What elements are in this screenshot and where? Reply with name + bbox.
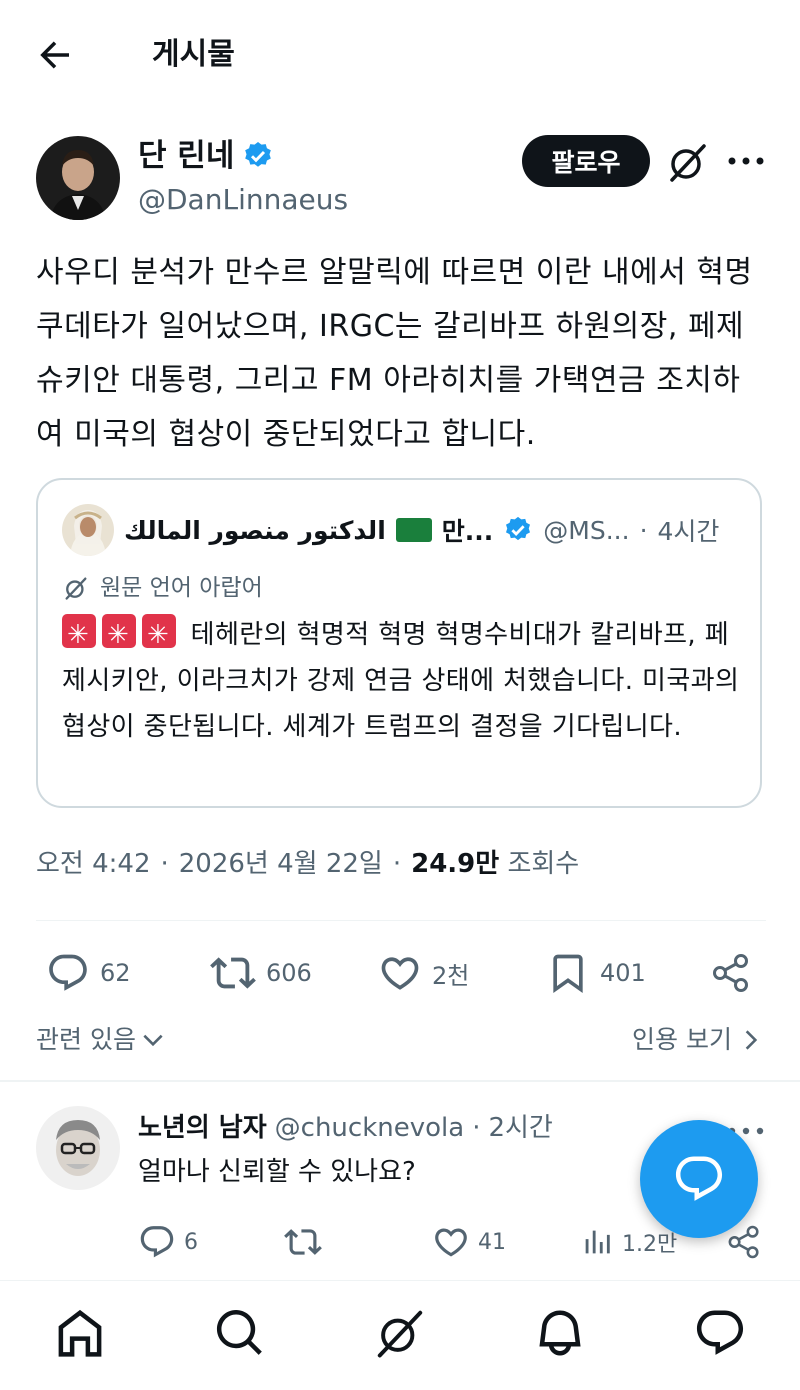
follow-button[interactable]: 팔로우 — [522, 135, 650, 187]
like-icon — [381, 957, 419, 990]
chevron-right-icon — [745, 1030, 758, 1050]
quote-text: 테헤란의 혁명적 혁명 혁명수비대가 칼리바프, 페제시키안, 이라크치가 강제… — [62, 612, 752, 750]
like-count: 2천 — [432, 961, 470, 990]
reply-icon — [140, 1226, 174, 1258]
reply-timestamp: 2시간 — [488, 1113, 553, 1143]
compose-icon — [675, 1156, 723, 1201]
compose-reply-button[interactable] — [640, 1120, 758, 1238]
bookmark-count: 401 — [600, 959, 646, 987]
quote-author-avatar — [62, 504, 114, 556]
verified-icon — [245, 142, 272, 167]
repost-count: 606 — [266, 959, 312, 987]
like-icon — [435, 1228, 467, 1257]
reply-header: 노년의 남자 @chucknevola · 2시간 — [138, 1108, 553, 1148]
verified-icon — [506, 516, 531, 541]
views-icon — [585, 1230, 610, 1254]
reply-reply-count: 6 — [184, 1229, 198, 1255]
translation-note: 원문 언어 아랍어 — [62, 570, 263, 606]
nav-grok[interactable] — [373, 1306, 427, 1360]
share-button[interactable] — [710, 950, 752, 996]
like-button[interactable]: 2천 — [378, 950, 469, 996]
reply-author-avatar[interactable] — [36, 1106, 120, 1190]
related-label: 관련 있음 — [36, 1025, 136, 1054]
reply-author-name[interactable]: 노년의 남자 — [138, 1108, 267, 1148]
quote-separator: · — [639, 515, 648, 545]
nav-search[interactable] — [213, 1306, 267, 1360]
reply-views-button[interactable]: 1.2만 — [580, 1222, 677, 1262]
grok-icon — [670, 144, 706, 182]
bookmark-button[interactable]: 401 — [546, 950, 646, 996]
quote-timestamp: 4시간 — [657, 517, 720, 546]
more-icon — [728, 157, 764, 165]
grok-icon — [377, 1310, 423, 1358]
translation-note-text: 원문 언어 아랍어 — [100, 575, 263, 601]
author-name-text: 단 린네 — [138, 138, 235, 174]
reply-button[interactable]: 62 — [46, 950, 131, 996]
reply-view-count: 1.2만 — [622, 1232, 678, 1257]
view-count: 24.9만 — [411, 849, 500, 879]
tweet-text: 사우디 분석가 만수르 알말릭에 따르면 이란 내에서 혁명 쿠데타가 일어났으… — [36, 255, 753, 452]
chevron-down-icon — [143, 1034, 163, 1047]
quote-header: الدكتور منصور المالك 만... @MS... · 4시간 — [124, 508, 764, 552]
share-icon — [713, 954, 748, 992]
reply-author-handle[interactable]: @chucknevola — [275, 1108, 465, 1148]
divider — [0, 1080, 800, 1082]
home-icon — [58, 1309, 102, 1357]
reply-reply-button[interactable]: 6 — [138, 1222, 198, 1262]
saudi-flag-icon — [395, 518, 432, 542]
nav-home[interactable] — [53, 1306, 107, 1360]
siren-emoji-icon — [62, 612, 96, 658]
reply-count: 62 — [100, 959, 131, 987]
notifications-icon — [539, 1310, 581, 1356]
meta-separator: · — [160, 849, 169, 879]
view-count-label: 조회수 — [507, 849, 580, 879]
reply-like-button[interactable]: 41 — [432, 1222, 506, 1262]
messages-icon — [696, 1310, 744, 1355]
reply-icon — [49, 954, 87, 991]
author-handle[interactable]: @DanLinnaeus — [138, 180, 348, 220]
reply-like-count: 41 — [478, 1229, 506, 1255]
nav-notifications[interactable] — [533, 1306, 587, 1360]
reply-separator: · — [472, 1113, 481, 1143]
search-icon — [216, 1309, 262, 1355]
quote-author-name-suffix: 만... — [441, 517, 494, 546]
bookmark-icon — [553, 954, 583, 994]
repost-icon — [210, 957, 256, 989]
tweet-meta: 오전 4:42 · 2026년 4월 22일 · 24.9만 조회수 — [36, 844, 579, 884]
author-avatar[interactable] — [36, 136, 120, 220]
siren-emoji-icon — [102, 612, 136, 658]
grok-button[interactable] — [664, 138, 712, 186]
repost-icon — [284, 1229, 322, 1255]
tweet-time: 오전 4:42 — [36, 849, 151, 879]
divider — [36, 920, 766, 921]
back-arrow-icon — [40, 41, 69, 69]
divider — [0, 1280, 800, 1281]
page-title: 게시물 — [152, 37, 235, 72]
related-toggle[interactable]: 관련 있음 — [36, 1020, 166, 1060]
reply-text: 얼마나 신뢰할 수 있나요? — [138, 1157, 416, 1187]
back-button[interactable] — [34, 34, 76, 76]
quote-author-handle: @MS... — [543, 515, 630, 545]
view-quotes-link[interactable]: 인용 보기 — [632, 1020, 764, 1060]
meta-separator: · — [392, 849, 402, 879]
view-quotes-label: 인용 보기 — [632, 1025, 732, 1054]
more-options-button[interactable] — [724, 146, 768, 176]
quote-author-name: الدكتور منصور المالك — [124, 515, 386, 545]
tweet-date: 2026년 4월 22일 — [178, 849, 383, 879]
grok-icon — [65, 577, 87, 600]
siren-emoji-icon — [142, 612, 176, 658]
nav-messages[interactable] — [693, 1306, 747, 1360]
repost-button[interactable]: 606 — [210, 950, 312, 996]
author-name[interactable]: 단 린네 — [138, 134, 274, 178]
share-icon — [728, 1225, 759, 1259]
reply-repost-button[interactable] — [284, 1222, 322, 1262]
